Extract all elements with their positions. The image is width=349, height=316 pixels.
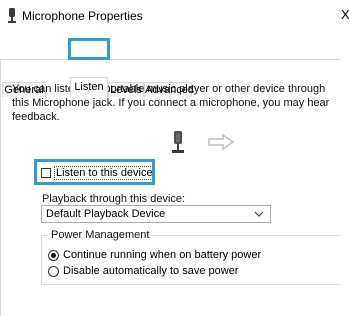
playback-label: Playback through this device: <box>42 193 186 205</box>
radio-disable-automatically-label[interactable]: Disable automatically to save power <box>63 265 238 277</box>
tab-strip: General Listen Levels Advanced <box>0 38 349 98</box>
tab-listen[interactable]: Listen <box>70 77 108 98</box>
power-management-title: Power Management <box>48 229 153 241</box>
microphone-icon <box>8 8 16 23</box>
title-bar: Microphone Properties X <box>0 0 349 30</box>
listen-checkbox[interactable] <box>41 168 51 178</box>
listen-description: You can listen to a portable music playe… <box>12 83 330 123</box>
close-button[interactable]: X <box>341 7 349 22</box>
arrow-right-icon <box>208 134 235 150</box>
window-title: Microphone Properties <box>22 9 143 23</box>
tab-divider <box>0 59 340 60</box>
radio-continue-running-label[interactable]: Continue running when on battery power <box>63 249 261 261</box>
playback-device-value: Default Playback Device <box>46 208 166 220</box>
playback-device-select[interactable]: Default Playback Device <box>41 205 271 223</box>
microphone-icon <box>172 131 184 153</box>
radio-continue-running[interactable] <box>48 250 59 261</box>
listen-checkbox-label[interactable]: Listen to this device <box>54 166 155 180</box>
chevron-down-icon <box>254 211 264 217</box>
radio-disable-automatically[interactable] <box>48 266 59 277</box>
